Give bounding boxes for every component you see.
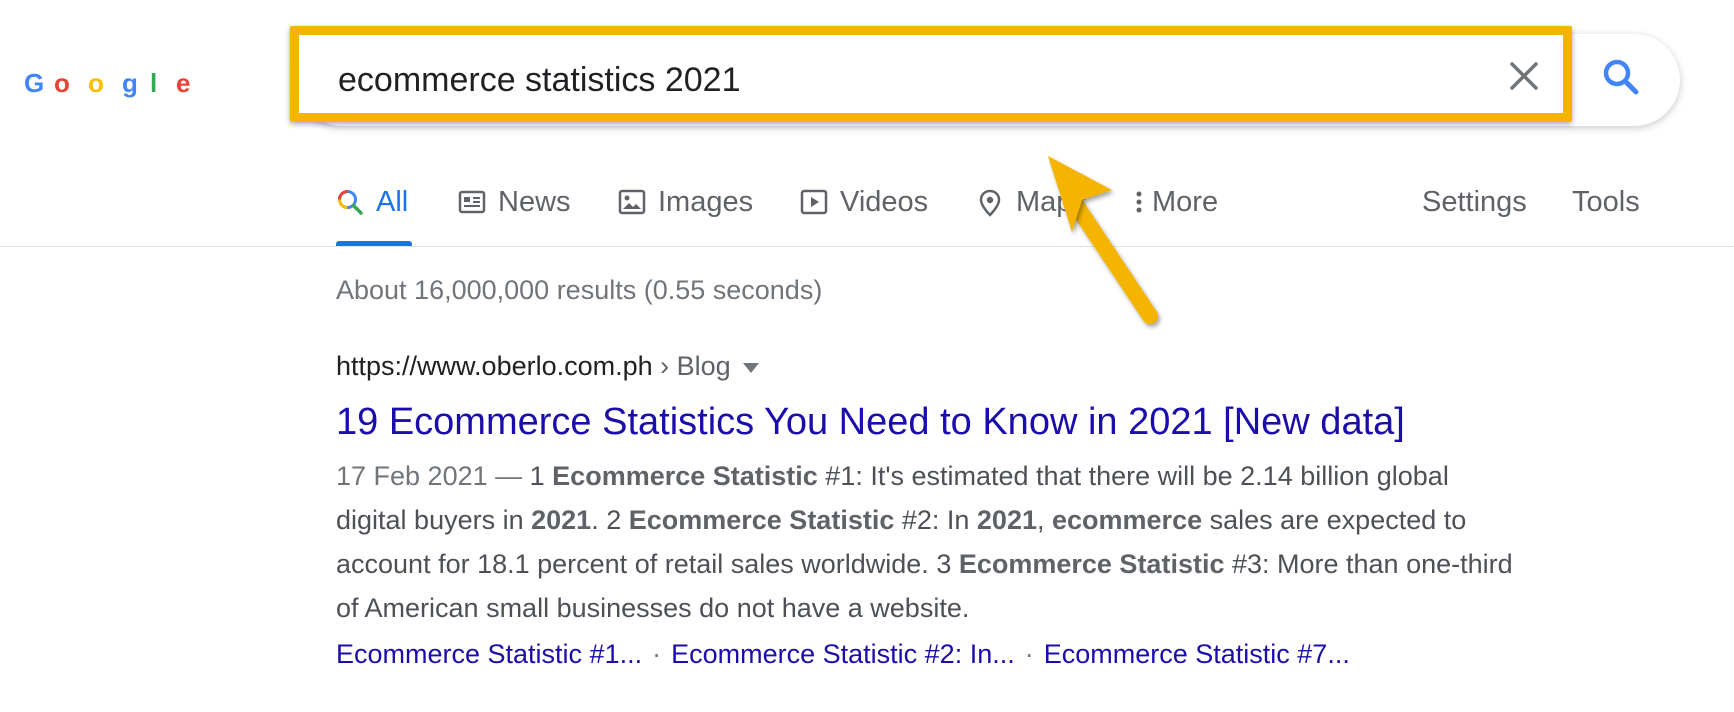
snippet-bold-term: Ecommerce Statistic [552,461,818,491]
tab-news[interactable]: News [458,180,571,246]
sitelinks: Ecommerce Statistic #1... · Ecommerce Stat… [336,632,1350,676]
sitelink[interactable]: Ecommerce Statistic #2: In... [671,639,1015,669]
annotation-arrow-icon [1048,156,1158,324]
tab-label: Images [658,186,754,218]
snippet-bold-term: 2021 [976,505,1037,535]
close-icon [1510,62,1538,90]
tab-label: All [376,186,409,218]
tools-link[interactable]: Tools [1572,180,1640,224]
result-url[interactable]: https://www.oberlo.com.ph › Blog [336,348,759,384]
image-icon [618,189,646,215]
result-domain: https://www.oberlo.com.ph [336,351,653,381]
logo-letter: o [54,68,70,98]
snippet-bold-term: Ecommerce Statistic [628,505,895,535]
clear-button[interactable] [1504,56,1544,96]
tab-videos[interactable]: Videos [800,180,928,246]
search-button[interactable] [1598,54,1644,100]
snippet-segment: , [1036,505,1052,535]
result-snippet: 17 Feb 2021 — 1 Ecommerce Statistic #1: … [336,454,1526,630]
sitelink[interactable]: Ecommerce Statistic #7... [1044,639,1350,669]
logo-letter: e [176,68,191,98]
news-icon [458,190,486,214]
tab-label: Videos [840,186,929,218]
google-logo[interactable]: G o o g l e [24,68,202,98]
snippet-bold-term: 2021 [531,505,592,535]
tab-label: News [498,186,571,218]
snippet-segment: 1 [529,461,553,491]
sitelink-separator: · [652,639,662,669]
logo-letter: o [88,68,104,98]
map-pin-icon [979,189,1001,217]
search-icon [338,190,363,215]
snippet-segment: #2: In [894,505,977,535]
snippet-bold-term: Ecommerce Statistic [958,549,1225,579]
result-title-link[interactable]: 19 Ecommerce Statistics You Need to Know… [336,398,1405,446]
snippet-segment: . 2 [591,505,629,535]
tab-images[interactable]: Images [618,180,753,246]
snippet-bold-term: ecommerce [1052,505,1203,535]
chevron-down-icon[interactable] [742,362,759,373]
video-icon [800,189,828,215]
logo-letter: G [24,68,45,98]
settings-link[interactable]: Settings [1422,180,1527,224]
search-input[interactable]: ecommerce statistics 2021 [338,60,741,100]
sitelink[interactable]: Ecommerce Statistic #1... [336,639,642,669]
result-stats: About 16,000,000 results (0.55 seconds) [336,275,823,305]
result-date: 17 Feb 2021 — [336,461,530,491]
search-icon [1603,59,1639,95]
tabs-divider [0,246,1734,247]
logo-letter: l [150,68,158,98]
tab-all[interactable]: All [336,180,412,246]
breadcrumb: › Blog [652,351,731,381]
logo-letter: g [122,68,138,98]
sitelink-separator: · [1024,639,1034,669]
